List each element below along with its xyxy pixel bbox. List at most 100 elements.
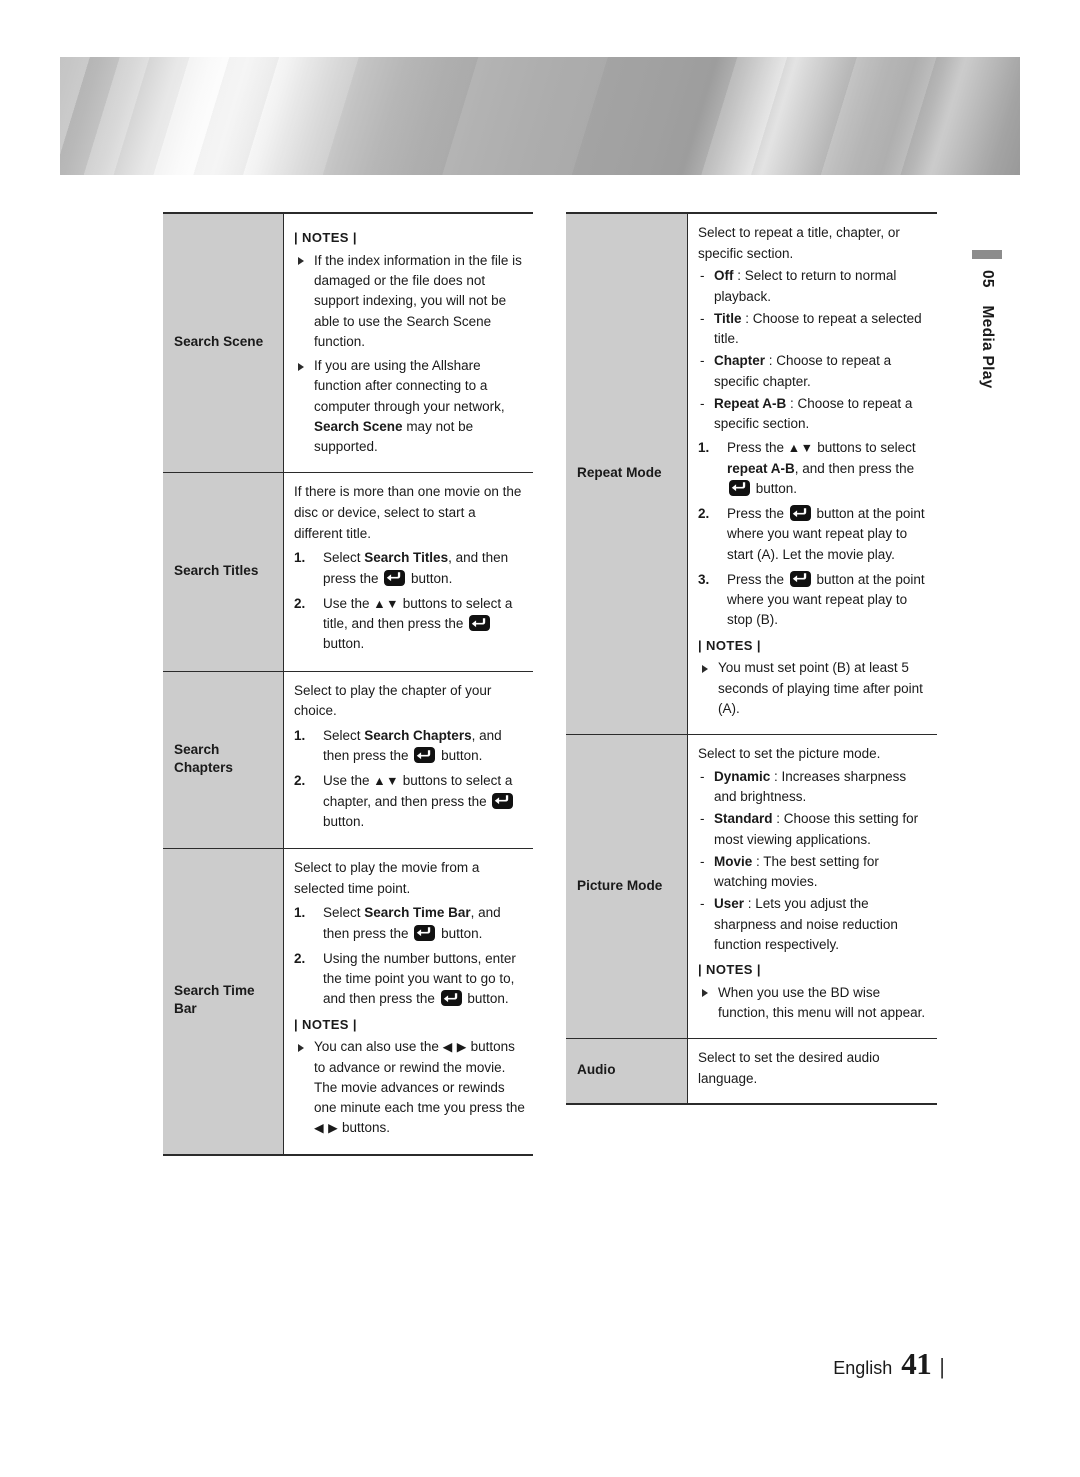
notes-heading: | NOTES | — [294, 1016, 357, 1032]
table-row: Search Titles If there is more than one m… — [163, 473, 533, 672]
description-paragraph: Select to play the chapter of your choic… — [294, 682, 492, 719]
step-list: Select Search Titles, and then press the… — [294, 548, 525, 654]
row-description: Select to set the desired audio language… — [687, 1039, 937, 1103]
direction-arrows-icon: ◀ ▶ — [314, 1121, 339, 1136]
step-item: Select Search Titles, and then press the… — [294, 548, 525, 589]
direction-arrows-icon: ▲▼ — [373, 774, 400, 789]
page-footer: English 41 | — [833, 1346, 945, 1382]
emphasis-text: Standard — [714, 811, 773, 827]
enter-button-icon — [789, 570, 811, 587]
description-paragraph: Select to repeat a title, chapter, or sp… — [698, 225, 900, 261]
step-item: Select Search Time Bar, and then press t… — [294, 903, 525, 944]
option-item: Off : Select to return to normal playbac… — [698, 266, 929, 307]
step-list: Select Search Time Bar, and then press t… — [294, 903, 525, 1009]
table-row: Search Scene | NOTES | If the index inform… — [163, 214, 533, 474]
body-text: When you use the BD wise function, this … — [718, 984, 926, 1021]
row-label: Audio — [566, 1039, 687, 1103]
emphasis-text: Off — [714, 268, 734, 284]
row-label: Search Titles — [163, 473, 283, 671]
option-list: Off : Select to return to normal playbac… — [698, 266, 929, 434]
row-label: Search Time Bar — [163, 849, 283, 1154]
note-item: You must set point (B) at least 5 second… — [698, 658, 929, 719]
row-description: Select to repeat a title, chapter, or sp… — [687, 214, 937, 735]
option-list: Dynamic : Increases sharpness and bright… — [698, 767, 929, 955]
body-text: Select — [323, 727, 365, 743]
enter-button-icon — [414, 924, 436, 941]
body-text: If the index information in the file is … — [314, 252, 522, 349]
table-row: Search Chapters Select to play the chapte… — [163, 671, 533, 850]
enter-button-icon — [414, 747, 436, 764]
step-item: Select Search Chapters, and then press t… — [294, 726, 525, 767]
emphasis-text: Search Time Bar — [364, 905, 471, 921]
description-paragraph: Select to play the movie from a selected… — [294, 860, 480, 896]
chapter-number: 05 — [979, 270, 996, 288]
step-item: Use the ▲▼ buttons to select a chapter, … — [294, 771, 525, 832]
footer-page-number: 41 — [901, 1346, 932, 1381]
row-label: Search Chapters — [163, 671, 283, 849]
body-text: button. — [323, 636, 365, 652]
row-description: Select to play the movie from a selected… — [283, 849, 533, 1154]
row-label: Search Scene — [163, 214, 283, 473]
body-text: Use the — [323, 773, 374, 789]
body-text: button. — [407, 570, 453, 586]
body-text: , and then press the — [794, 460, 915, 476]
body-text: button. — [437, 925, 483, 941]
direction-arrows-icon: ▲▼ — [787, 441, 814, 456]
settings-table-left: Search Scene | NOTES | If the index inform… — [163, 212, 533, 1156]
description-paragraph: If there is more than one movie on the d… — [294, 484, 522, 541]
note-item: When you use the BD wise function, this … — [698, 983, 929, 1024]
emphasis-text: Search Chapters — [364, 727, 472, 743]
option-item: Chapter : Choose to repeat a specific ch… — [698, 351, 929, 392]
note-item: If you are using the Allshare function a… — [294, 356, 525, 457]
body-text: button. — [463, 991, 509, 1007]
step-list: Press the ▲▼ buttons to select repeat A-… — [698, 438, 929, 630]
enter-button-icon — [469, 615, 491, 632]
body-text: : Choose to repeat a selected title. — [714, 310, 922, 347]
notes-list: When you use the BD wise function, this … — [698, 983, 929, 1024]
enter-button-icon — [440, 990, 462, 1007]
description-paragraph: Select to set the picture mode. — [698, 746, 881, 762]
notes-heading: | NOTES | — [294, 230, 357, 245]
direction-arrows-icon: ◀ ▶ — [442, 1040, 467, 1055]
chapter-tab-bar — [972, 250, 1002, 259]
body-text: : Select to return to normal playback. — [714, 268, 897, 304]
enter-button-icon — [384, 569, 406, 586]
option-item: Standard : Choose this setting for most … — [698, 809, 929, 850]
table-row: Picture Mode Select to set the picture mo… — [566, 735, 937, 1040]
row-description: Select to play the chapter of your choic… — [283, 671, 533, 849]
step-item: Press the ▲▼ buttons to select repeat A-… — [698, 438, 929, 499]
notes-list: If the index information in the file is … — [294, 251, 525, 458]
body-text: Select — [323, 550, 365, 566]
notes-heading: | NOTES | — [698, 962, 761, 978]
step-item: Using the number buttons, enter the time… — [294, 949, 525, 1010]
emphasis-text: repeat A-B — [727, 460, 795, 476]
step-list: Select Search Chapters, and then press t… — [294, 726, 525, 832]
footer-rule: | — [939, 1354, 945, 1379]
note-item: If the index information in the file is … — [294, 251, 525, 352]
step-item: Press the button at the point where you … — [698, 570, 929, 631]
enter-button-icon — [789, 505, 811, 522]
body-text: Select — [323, 905, 365, 921]
direction-arrows-icon: ▲▼ — [373, 596, 400, 611]
row-description: | NOTES | If the index information in the… — [283, 214, 533, 473]
emphasis-text: User — [714, 896, 745, 912]
row-description: If there is more than one movie on the d… — [283, 473, 533, 671]
emphasis-text: Movie — [714, 853, 753, 869]
body-text: Press the — [727, 571, 788, 587]
header-banner-image — [60, 57, 1020, 175]
emphasis-text: Chapter — [714, 353, 766, 369]
option-item: Dynamic : Increases sharpness and bright… — [698, 767, 929, 808]
chapter-side-tab: 05 Media Play — [972, 250, 1002, 389]
chapter-tab-text: 05 Media Play — [978, 270, 996, 389]
body-text: Use the — [323, 595, 374, 611]
emphasis-text: Dynamic — [714, 768, 771, 784]
note-item: You can also use the ◀ ▶ buttons to adva… — [294, 1037, 525, 1138]
option-item: Repeat A-B : Choose to repeat a specific… — [698, 394, 929, 435]
row-label: Picture Mode — [566, 735, 687, 1039]
body-text: If you are using the Allshare function a… — [314, 358, 505, 414]
body-text: button. — [752, 480, 798, 496]
enter-button-icon — [492, 792, 514, 809]
body-text: buttons. — [338, 1120, 390, 1136]
body-text: buttons to select — [813, 440, 916, 456]
row-label: Repeat Mode — [566, 214, 687, 735]
